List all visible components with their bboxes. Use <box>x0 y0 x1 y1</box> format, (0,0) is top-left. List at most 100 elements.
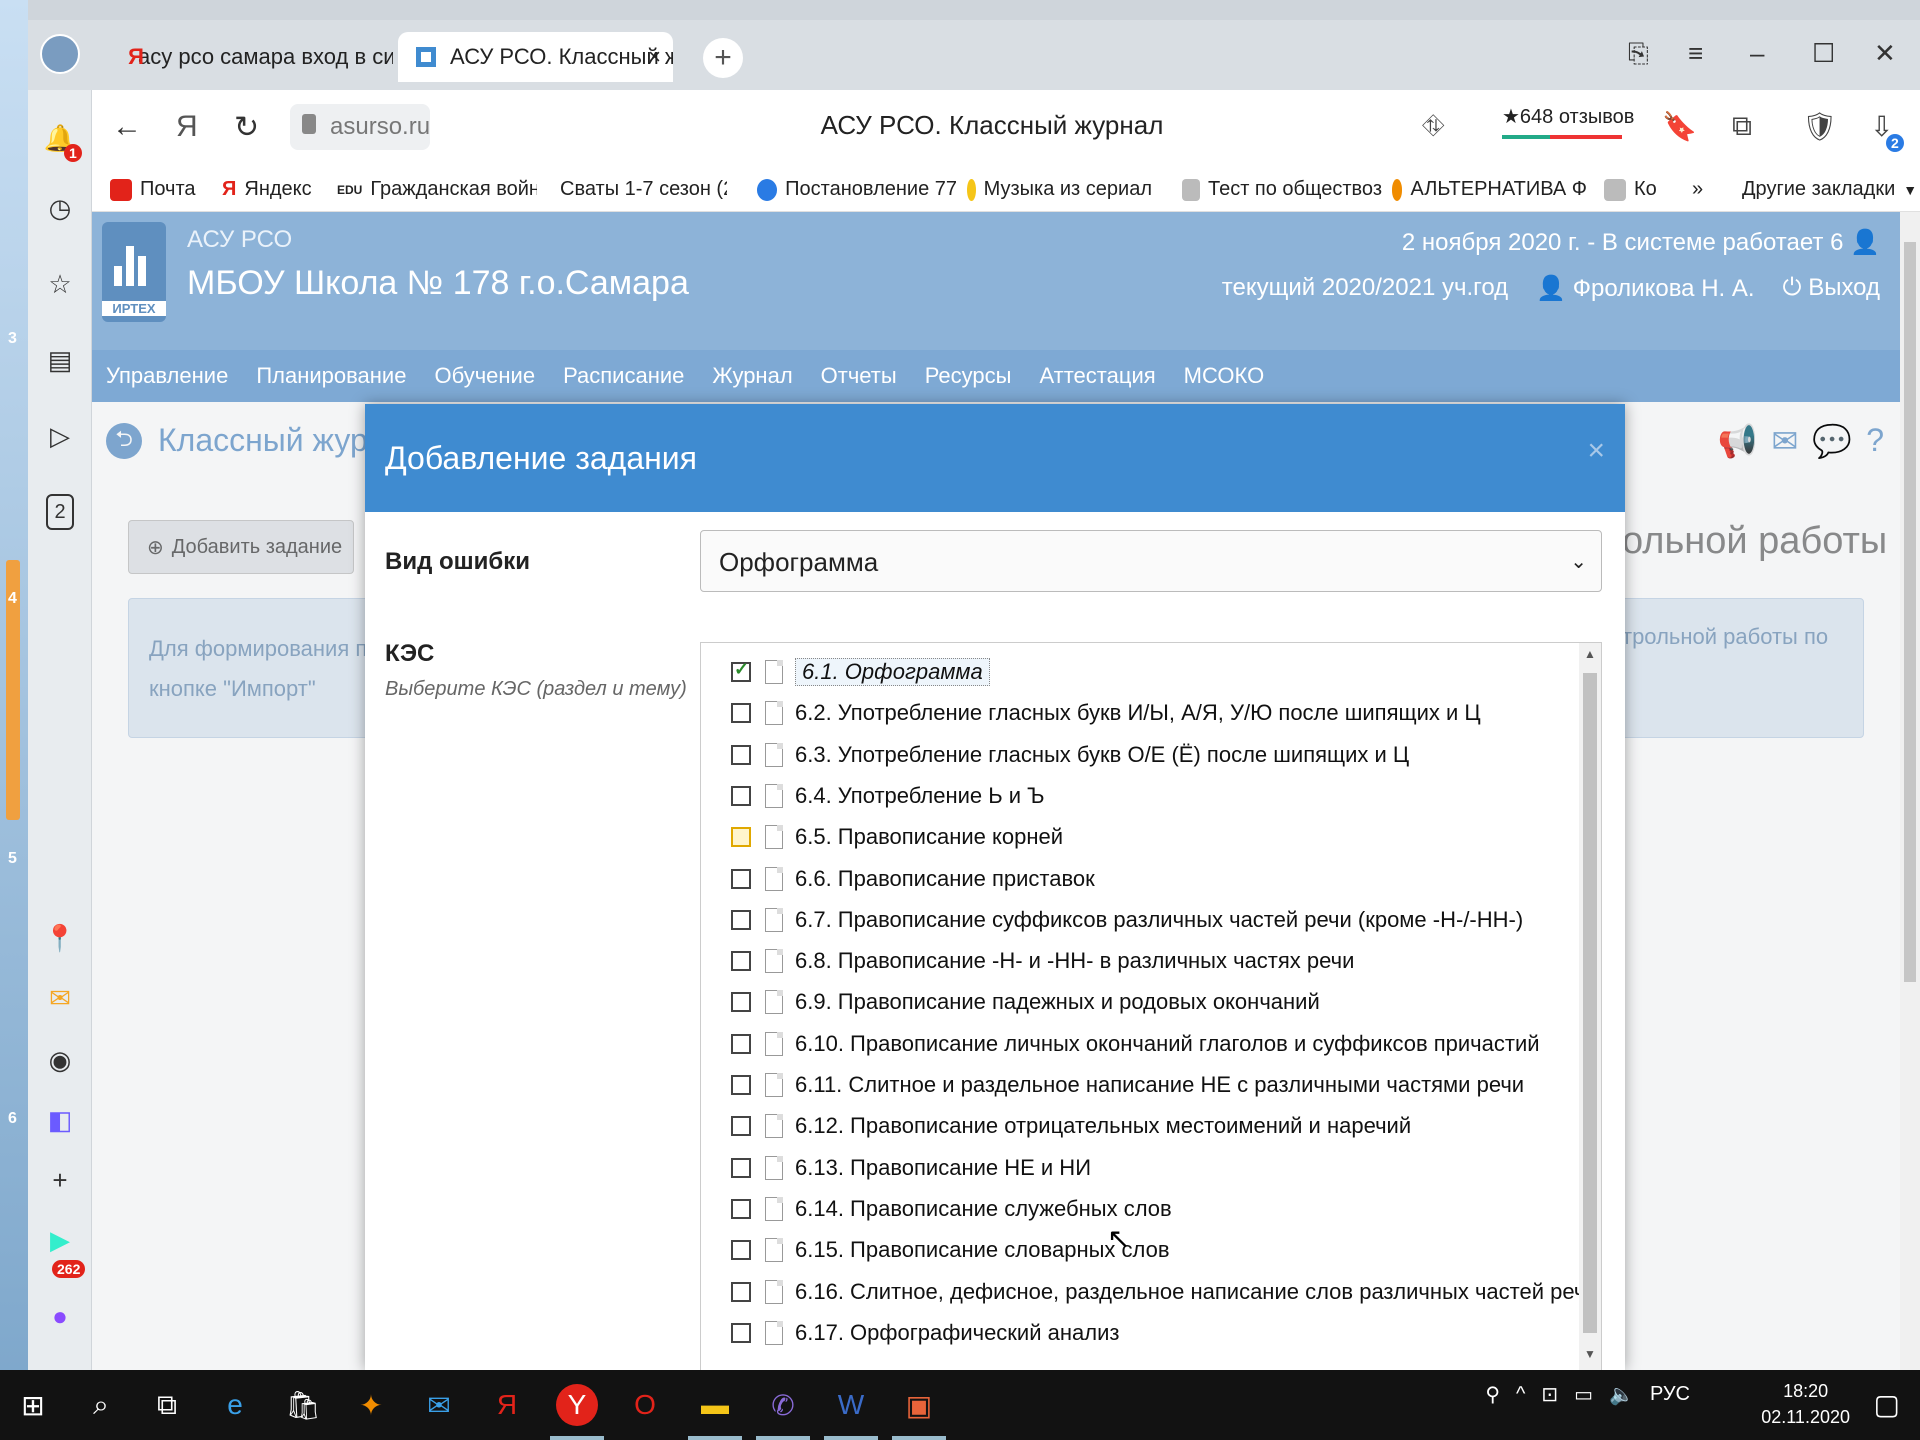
edge-icon[interactable]: e <box>214 1384 256 1426</box>
tabs-count-icon[interactable]: 2 <box>46 494 74 530</box>
reviews-widget[interactable]: ★648 отзывов <box>1502 104 1634 139</box>
star-icon[interactable]: ☆ <box>42 266 78 302</box>
kes-tree-item[interactable]: 6.10. Правописание личных окончаний глаг… <box>731 1027 1540 1061</box>
kes-checkbox[interactable] <box>731 1075 751 1095</box>
menu-item-msoko[interactable]: МСОКО <box>1184 363 1265 389</box>
user-link[interactable]: 👤 Фроликова Н. А. <box>1536 274 1754 303</box>
kes-checkbox[interactable] <box>731 785 751 806</box>
extension-icon[interactable]: ⧉ <box>1732 110 1752 143</box>
bookmark-item[interactable]: Ко <box>1604 178 1684 201</box>
reload-icon[interactable]: ↻ <box>234 110 259 145</box>
tree-scrollbar[interactable]: ▲ ▼ <box>1579 643 1601 1370</box>
page-scrollbar[interactable] <box>1900 212 1920 1370</box>
battery-icon[interactable]: ▭ <box>1574 1382 1593 1407</box>
kes-tree-item[interactable]: 6.6. Правописание приставок <box>731 862 1095 896</box>
menu-item-journal[interactable]: Журнал <box>712 363 792 389</box>
menu-item-resources[interactable]: Ресурсы <box>925 363 1012 389</box>
more-bookmarks-icon[interactable]: » <box>1692 178 1703 201</box>
maximize-icon[interactable]: ☐ <box>1812 38 1835 69</box>
kes-item-label[interactable]: 6.5. Правописание корней <box>795 824 1063 850</box>
close-icon[interactable]: × <box>1587 434 1605 468</box>
menu-item-attestation[interactable]: Аттестация <box>1039 363 1155 389</box>
add-panel-icon[interactable]: + <box>42 1162 78 1198</box>
kes-checkbox[interactable] <box>731 827 751 848</box>
kes-tree-item[interactable]: 6.11. Слитное и раздельное написание НЕ … <box>731 1068 1524 1102</box>
scroll-down-icon[interactable]: ▼ <box>1584 1347 1596 1361</box>
kes-checkbox[interactable] <box>731 1281 751 1302</box>
volume-icon[interactable]: 🔈 <box>1609 1382 1634 1407</box>
kes-checkbox[interactable] <box>731 659 751 682</box>
store-icon[interactable]: 🛍 <box>282 1384 324 1426</box>
alice-icon[interactable]: ● <box>42 1298 78 1334</box>
menu-item-planning[interactable]: Планирование <box>256 363 406 389</box>
kes-item-label[interactable]: 6.4. Употребление Ь и Ъ <box>795 783 1045 809</box>
zen-icon[interactable]: ▶ <box>42 1222 78 1258</box>
kes-checkbox[interactable] <box>731 1157 751 1178</box>
word-icon[interactable]: W <box>824 1384 878 1440</box>
scroll-up-icon[interactable]: ▲ <box>1584 647 1596 661</box>
error-type-select[interactable]: Орфограмма ⌄ <box>700 530 1602 592</box>
messenger-icon[interactable]: ◧ <box>42 1102 78 1138</box>
yandex-home-icon[interactable]: Я <box>176 110 198 144</box>
kes-item-label[interactable]: 6.13. Правописание НЕ и НИ <box>795 1155 1091 1181</box>
notification-center-icon[interactable]: ▢ <box>1874 1388 1900 1421</box>
collections-icon[interactable]: ▤ <box>42 342 78 378</box>
kes-checkbox[interactable] <box>731 703 751 724</box>
yandex-icon[interactable]: Y <box>550 1384 604 1440</box>
kes-item-label[interactable]: 6.2. Употребление гласных букв И/Ы, А/Я,… <box>795 700 1481 726</box>
mail-app-icon[interactable]: ✉ <box>418 1384 460 1426</box>
language-indicator[interactable]: РУС <box>1650 1383 1690 1406</box>
kes-checkbox[interactable] <box>731 1198 751 1219</box>
back-arrow-icon[interactable]: ← <box>112 110 142 144</box>
kes-item-label[interactable]: 6.3. Употребление гласных букв О/Е (Ё) п… <box>795 742 1409 768</box>
menu-item-reports[interactable]: Отчеты <box>821 363 897 389</box>
kes-tree-item[interactable]: 6.3. Употребление гласных букв О/Е (Ё) п… <box>731 738 1409 772</box>
logout-link[interactable]: ⏻ Выход <box>1783 274 1880 303</box>
windows-start-icon[interactable]: ⊞ <box>12 1384 54 1426</box>
protect-icon[interactable]: 🛡 <box>1802 110 1838 143</box>
bookmark-icon[interactable]: 🔖 <box>1662 110 1697 143</box>
kes-tree-item[interactable]: 6.2. Употребление гласных букв И/Ы, А/Я,… <box>731 696 1481 730</box>
kes-item-label[interactable]: 6.16. Слитное, дефисное, раздельное напи… <box>795 1279 1598 1305</box>
kes-tree-item[interactable]: 6.7. Правописание суффиксов различных ча… <box>731 903 1523 937</box>
site-logo[interactable]: ИРТЕХ <box>102 222 166 322</box>
opera-icon[interactable]: O <box>624 1384 666 1426</box>
kes-item-label[interactable]: 6.8. Правописание -Н- и -НН- в различных… <box>795 948 1354 974</box>
translate-icon[interactable]: ⛗ <box>1422 110 1444 143</box>
kes-tree-item[interactable]: 6.1. Орфограмма <box>731 655 990 689</box>
kes-item-label[interactable]: 6.14. Правописание служебных слов <box>795 1196 1172 1222</box>
kes-item-label[interactable]: 6.1. Орфограмма <box>795 658 990 686</box>
close-tab-icon[interactable]: × <box>648 44 661 70</box>
viber-icon[interactable]: ✆ <box>756 1384 810 1440</box>
kes-item-label[interactable]: 6.11. Слитное и раздельное написание НЕ … <box>795 1072 1524 1098</box>
yandex-browser-icon[interactable]: Я <box>486 1384 528 1426</box>
menu-icon[interactable]: ≡ <box>1688 38 1703 69</box>
kes-checkbox[interactable] <box>731 909 751 930</box>
bookmark-item[interactable]: Музыка из сериал <box>967 178 1152 201</box>
bookmark-item[interactable]: Почта <box>110 178 196 201</box>
kes-checkbox[interactable] <box>731 1116 751 1137</box>
clock[interactable]: 18:20 02.11.2020 <box>1761 1378 1850 1430</box>
bookmark-item[interactable]: Сваты 1-7 сезон (2 <box>552 178 727 201</box>
search-icon[interactable]: ⌕ <box>80 1384 122 1426</box>
kes-tree-item[interactable]: 6.15. Правописание словарных слов <box>731 1233 1170 1267</box>
bookmark-item[interactable]: Я Яндекс <box>222 178 312 201</box>
tab-journal[interactable]: АСУ РСО. Классный жу × <box>398 32 673 82</box>
bookmark-item[interactable]: Постановление 77 <box>757 178 957 201</box>
kes-checkbox[interactable] <box>731 951 751 972</box>
kes-tree-item[interactable]: 6.9. Правописание падежных и родовых око… <box>731 985 1320 1019</box>
task-view-icon[interactable]: ⧉ <box>146 1384 188 1426</box>
kes-item-label[interactable]: 6.12. Правописание отрицательных местоим… <box>795 1113 1411 1139</box>
play-icon[interactable]: ▷ <box>42 418 78 454</box>
network-icon[interactable]: ⊡ <box>1541 1382 1558 1407</box>
page-scrollbar-thumb[interactable] <box>1904 242 1916 982</box>
minimize-icon[interactable]: – <box>1750 38 1764 69</box>
bookmark-item[interactable]: EDU Гражданская войн <box>337 178 537 201</box>
folder-icon[interactable]: ▬ <box>688 1384 742 1440</box>
kes-tree-item[interactable]: 6.16. Слитное, дефисное, раздельное напи… <box>731 1275 1598 1309</box>
kes-tree-item[interactable]: 6.8. Правописание -Н- и -НН- в различных… <box>731 944 1354 978</box>
bookmark-item[interactable]: Тест по обществоз <box>1182 178 1382 201</box>
scrollbar-thumb[interactable] <box>1583 673 1597 1333</box>
kes-checkbox[interactable] <box>731 1240 751 1261</box>
profile-avatar[interactable] <box>40 34 80 74</box>
